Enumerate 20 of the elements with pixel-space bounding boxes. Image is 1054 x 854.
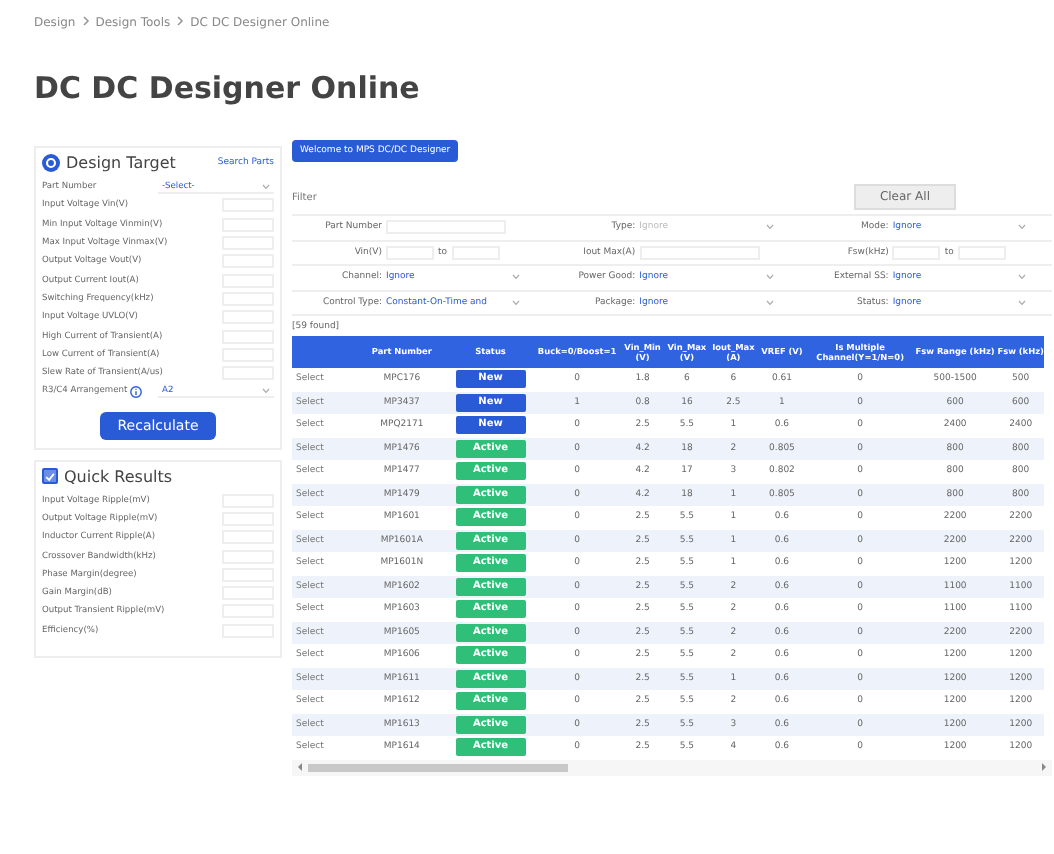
panel-title: Quick Results [64, 467, 173, 486]
caret-icon [1018, 274, 1027, 281]
checkbox[interactable] [42, 468, 58, 485]
scroll-left-icon[interactable] [296, 762, 304, 772]
caret-icon [512, 299, 520, 306]
caret-icon [262, 183, 270, 190]
breadcrumb-separator-icon [81, 16, 90, 30]
scroll-right-icon[interactable] [1040, 762, 1048, 772]
panel-title: Design Target [66, 154, 176, 172]
caret-icon [512, 274, 520, 281]
caret-icon [765, 299, 774, 306]
caret-icon [262, 387, 270, 394]
horizontal-scrollbar[interactable] [292, 759, 1052, 775]
page-title: DC DC Designer Online [34, 70, 422, 106]
caret-icon [1018, 224, 1027, 231]
caret-icon [765, 274, 774, 281]
info-icon[interactable] [129, 385, 142, 398]
caret-icon [1018, 299, 1027, 306]
caret-icon [765, 224, 774, 231]
breadcrumb-separator-icon [176, 16, 185, 30]
